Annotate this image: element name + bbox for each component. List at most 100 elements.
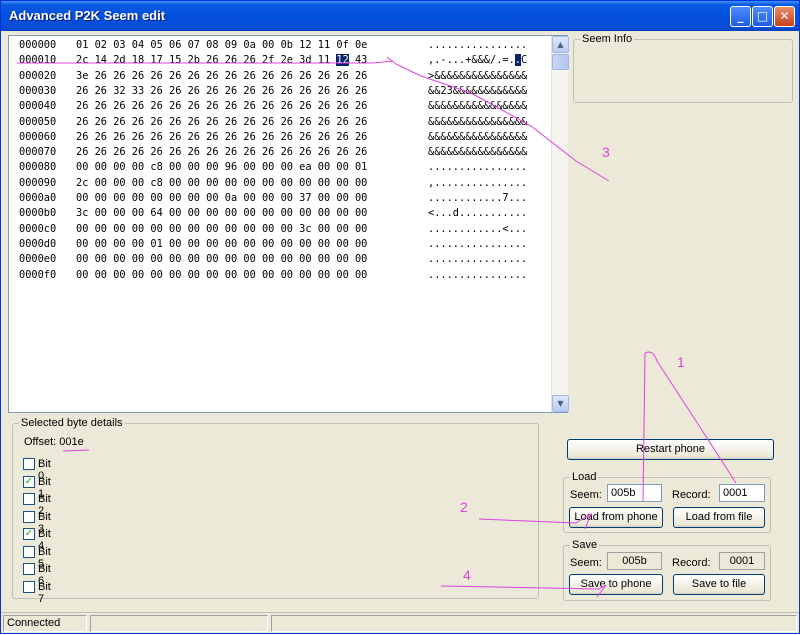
hex-row-address: 0000a0 (19, 192, 57, 204)
status-connection: Connected (3, 615, 87, 632)
hex-row-bytes[interactable]: 00 00 00 00 01 00 00 00 00 00 00 00 00 0… (76, 238, 367, 250)
hex-row[interactable]: 0000b0 3c 00 00 00 64 00 00 00 00 00 00 0… (9, 207, 551, 222)
hex-row[interactable]: 000080 00 00 00 00 c8 00 00 00 96 00 00 0… (9, 161, 551, 176)
hex-row-address: 000050 (19, 115, 57, 128)
hex-row[interactable]: 0000e0 00 00 00 00 00 00 00 00 00 00 00 0… (9, 253, 551, 268)
checkbox-box[interactable] (23, 493, 35, 505)
hex-row-ascii[interactable]: &&&&&&&&&&&&&&&& (428, 116, 527, 128)
hex-row-bytes[interactable]: 2c 00 00 00 c8 00 00 00 00 00 00 00 00 0… (76, 177, 367, 189)
hex-row-address: 000080 (19, 161, 57, 174)
hex-bytes-before[interactable]: 2c 14 2d 18 17 15 2b 26 26 26 2f 2e 3d 1… (76, 54, 336, 66)
hex-row-bytes[interactable]: 00 00 00 00 c8 00 00 00 96 00 00 00 ea 0… (76, 161, 367, 173)
save-to-file-button[interactable]: Save to file (673, 574, 765, 595)
hex-row-bytes[interactable]: 3c 00 00 00 64 00 00 00 00 00 00 00 00 0… (76, 207, 367, 219)
save-seem-label: Seem: (570, 557, 602, 569)
hex-row[interactable]: 000000 01 02 03 04 05 06 07 08 09 0a 00 0… (9, 39, 551, 54)
hex-row-ascii[interactable]: ................ (428, 161, 527, 173)
close-button[interactable]: ✕ (774, 6, 795, 27)
hex-row[interactable]: 000090 2c 00 00 00 c8 00 00 00 00 00 00 0… (9, 177, 551, 192)
checkbox-box[interactable] (23, 563, 35, 575)
hex-row[interactable]: 0000c0 00 00 00 00 00 00 00 00 00 00 00 0… (9, 223, 551, 238)
hex-row-address: 0000e0 (19, 253, 57, 266)
hex-row-ascii[interactable]: ................ (428, 269, 527, 281)
hex-editor[interactable]: 000000 01 02 03 04 05 06 07 08 09 0a 00 0… (8, 35, 569, 413)
save-to-phone-button[interactable]: Save to phone (569, 574, 663, 595)
hex-row-bytes[interactable]: 26 26 26 26 26 26 26 26 26 26 26 26 26 2… (76, 131, 367, 143)
hex-row[interactable]: 0000d0 00 00 00 00 01 00 00 00 00 00 00 0… (9, 238, 551, 253)
load-from-phone-button[interactable]: Load from phone (569, 507, 663, 528)
title-bar[interactable]: Advanced P2K Seem edit _ □ ✕ (1, 1, 799, 31)
hex-row-bytes[interactable]: 26 26 32 33 26 26 26 26 26 26 26 26 26 2… (76, 85, 367, 97)
hex-row-bytes[interactable]: 00 00 00 00 00 00 00 00 0a 00 00 00 37 0… (76, 192, 367, 204)
maximize-button[interactable]: □ (752, 6, 773, 27)
hex-row-ascii[interactable]: <...d........... (428, 207, 527, 219)
hex-row-ascii[interactable]: ................ (428, 39, 527, 51)
hex-bytes-after[interactable]: 43 (349, 54, 367, 66)
checkbox-box[interactable]: ✓ (23, 475, 35, 488)
hex-row[interactable]: 000040 26 26 26 26 26 26 26 26 26 26 26 2… (9, 100, 551, 115)
hex-row-ascii[interactable]: ............<... (428, 223, 527, 235)
hex-row-ascii[interactable]: ................ (428, 238, 527, 250)
hex-row-ascii[interactable]: &&&&&&&&&&&&&&&& (428, 100, 527, 112)
hex-row-bytes[interactable]: 26 26 26 26 26 26 26 26 26 26 26 26 26 2… (76, 100, 367, 112)
scroll-thumb[interactable] (552, 54, 569, 70)
hex-row-bytes[interactable]: 00 00 00 00 00 00 00 00 00 00 00 00 3c 0… (76, 223, 367, 235)
hex-row-bytes[interactable]: 01 02 03 04 05 06 07 08 09 0a 00 0b 12 1… (76, 39, 367, 51)
hex-row-ascii[interactable]: ............7... (428, 192, 527, 204)
hex-rows[interactable]: 000000 01 02 03 04 05 06 07 08 09 0a 00 0… (9, 36, 551, 412)
hex-row-address: 0000f0 (19, 268, 57, 281)
hex-row-address: 0000c0 (19, 222, 57, 235)
hex-row-bytes[interactable]: 26 26 26 26 26 26 26 26 26 26 26 26 26 2… (76, 116, 367, 128)
selected-byte[interactable]: 12 (336, 54, 349, 67)
hex-row[interactable]: 000050 26 26 26 26 26 26 26 26 26 26 26 2… (9, 116, 551, 131)
hex-row-address: 000070 (19, 146, 57, 159)
checkbox-box[interactable] (23, 580, 35, 593)
load-from-file-button[interactable]: Load from file (673, 507, 765, 528)
hex-row[interactable]: 000020 3e 26 26 26 26 26 26 26 26 26 26 2… (9, 70, 551, 85)
hex-row[interactable]: 000060 26 26 26 26 26 26 26 26 26 26 26 2… (9, 131, 551, 146)
hex-row-address: 000090 (19, 176, 57, 189)
minimize-icon: _ (737, 9, 744, 23)
ascii-before[interactable]: ,.-...+&&&/.=. (428, 54, 515, 66)
hex-row-bytes[interactable]: 26 26 26 26 26 26 26 26 26 26 26 26 26 2… (76, 146, 367, 158)
hex-row-address: 000000 (19, 39, 57, 51)
ascii-after[interactable]: C (521, 54, 527, 66)
window-title: Advanced P2K Seem edit (9, 8, 166, 23)
status-panel-2 (90, 615, 268, 632)
checkbox-box[interactable]: ✓ (23, 528, 35, 540)
hex-row[interactable]: 000030 26 26 32 33 26 26 26 26 26 26 26 2… (9, 85, 551, 100)
app-window: Advanced P2K Seem edit _ □ ✕ 000000 01 02… (0, 0, 800, 634)
load-seem-input[interactable]: 005b (607, 484, 662, 502)
checkbox-box[interactable] (23, 458, 35, 470)
hex-row-bytes[interactable]: 00 00 00 00 00 00 00 00 00 00 00 00 00 0… (76, 269, 367, 281)
hex-row-ascii[interactable]: &&&&&&&&&&&&&&&& (428, 146, 527, 158)
load-record-input[interactable]: 0001 (719, 484, 765, 502)
hex-row[interactable]: 000070 26 26 26 26 26 26 26 26 26 26 26 2… (9, 146, 551, 161)
hex-row-ascii[interactable]: &&&&&&&&&&&&&&&& (428, 131, 527, 143)
scroll-down-button[interactable]: ▼ (552, 395, 569, 412)
hex-row-ascii[interactable]: >&&&&&&&&&&&&&&& (428, 70, 527, 82)
hex-row-bytes[interactable]: 2c 14 2d 18 17 15 2b 26 26 26 2f 2e 3d 1… (76, 54, 367, 67)
hex-row-bytes[interactable]: 3e 26 26 26 26 26 26 26 26 26 26 26 26 2… (76, 70, 367, 82)
scroll-up-button[interactable]: ▲ (552, 36, 569, 53)
hex-row[interactable]: 0000a0 00 00 00 00 00 00 00 00 0a 00 00 0… (9, 192, 551, 207)
load-seem-label: Seem: (570, 489, 602, 501)
hex-row[interactable]: 0000f0 00 00 00 00 00 00 00 00 00 00 00 0… (9, 269, 551, 284)
details-legend: Selected byte details (21, 417, 123, 429)
hex-row-ascii[interactable]: ,............... (428, 177, 527, 189)
checkbox-box[interactable] (23, 545, 35, 558)
minimize-button[interactable]: _ (730, 6, 751, 27)
hex-row-address: 0000d0 (19, 237, 57, 250)
hex-row-ascii[interactable]: ................ (428, 253, 527, 265)
vertical-scrollbar[interactable]: ▲ ▼ (551, 36, 569, 412)
hex-row-address: 000030 (19, 84, 57, 97)
hex-row-address: 0000b0 (19, 207, 57, 220)
hex-row-bytes[interactable]: 00 00 00 00 00 00 00 00 00 00 00 00 00 0… (76, 253, 367, 265)
load-legend: Load (572, 471, 597, 483)
checkbox-box[interactable] (23, 510, 35, 523)
hex-row-ascii[interactable]: ,.-...+&&&/.=..C (428, 54, 527, 67)
hex-row[interactable]: 000010 2c 14 2d 18 17 15 2b 26 26 26 2f 2… (9, 54, 551, 69)
hex-row-ascii[interactable]: &&23&&&&&&&&&&&& (428, 85, 527, 97)
maximize-icon: □ (756, 9, 769, 23)
restart-phone-button[interactable]: Restart phone (567, 439, 774, 460)
